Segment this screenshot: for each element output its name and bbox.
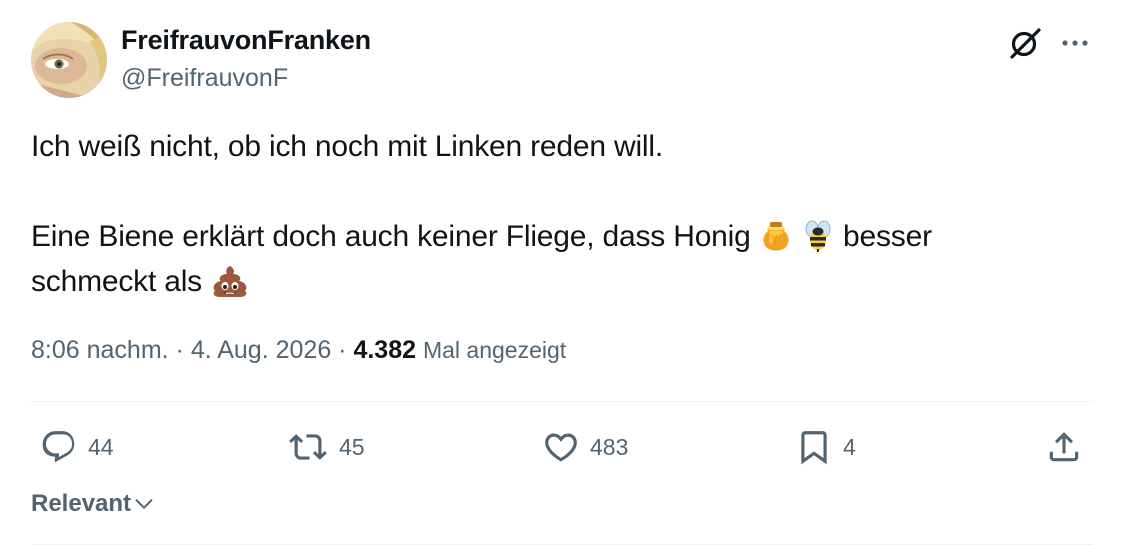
- bookmark-button[interactable]: 4: [795, 426, 856, 468]
- tweet-line-3: schmeckt als: [31, 259, 1071, 304]
- like-button[interactable]: 483: [542, 426, 628, 468]
- tweet-line-3-text: schmeckt als: [31, 265, 211, 298]
- more-options-icon[interactable]: [1058, 26, 1092, 60]
- avatar-photo: [31, 22, 107, 98]
- tweet-line-1: Ich weiß nicht, ob ich noch mit Linken r…: [31, 130, 663, 163]
- views-count[interactable]: 4.382: [353, 336, 416, 364]
- retweet-button[interactable]: 45: [287, 426, 365, 468]
- reply-button[interactable]: 44: [40, 426, 114, 468]
- retweet-icon: [289, 434, 327, 460]
- reply-icon: [42, 431, 75, 463]
- emoji-gap: [793, 220, 801, 253]
- author-display-name[interactable]: FreifrauvonFranken: [121, 25, 371, 56]
- heart-icon: [545, 433, 577, 462]
- chevron-down-icon: [135, 499, 153, 509]
- meta-separator: ·: [331, 336, 354, 364]
- tweet-line-2-text: Eine Biene erklärt doch auch keiner Flie…: [31, 220, 759, 253]
- sort-label: Relevant: [31, 490, 132, 517]
- tweet-detail: FreifrauvonFranken @FreifrauvonF Ich wei…: [0, 0, 1123, 545]
- bookmark-count: 4: [843, 433, 856, 460]
- grok-icon[interactable]: [1006, 24, 1044, 62]
- honey-pot-emoji: [759, 218, 793, 252]
- author-handle[interactable]: @FreifrauvonF: [121, 64, 288, 93]
- views-label: Mal angezeigt: [422, 337, 567, 363]
- meta-space: [416, 336, 423, 364]
- tweet-time[interactable]: 8:06 nachm.: [31, 336, 169, 364]
- reply-count: 44: [88, 433, 114, 460]
- tweet-text: Ich weiß nicht, ob ich noch mit Linken r…: [31, 124, 1071, 304]
- tweet-metadata: 8:06 nachm. · 4. Aug. 2026 · 4.382 Mal a…: [31, 336, 566, 365]
- bookmark-icon: [801, 431, 827, 465]
- author-avatar[interactable]: [31, 22, 107, 98]
- pile-of-poo-emoji: [210, 263, 247, 297]
- divider: [31, 401, 1093, 402]
- reply-sort-dropdown[interactable]: Relevant: [31, 490, 155, 518]
- bee-emoji: [801, 218, 835, 252]
- share-button[interactable]: [1045, 426, 1083, 468]
- retweet-count: 45: [339, 433, 365, 460]
- tweet-line-2-text-end: besser: [834, 220, 932, 253]
- tweet-line-2: Eine Biene erklärt doch auch keiner Flie…: [31, 214, 1071, 259]
- tweet-date[interactable]: 4. Aug. 2026: [191, 336, 331, 364]
- meta-separator: ·: [168, 336, 191, 364]
- like-count: 483: [590, 433, 629, 460]
- share-icon: [1049, 432, 1079, 462]
